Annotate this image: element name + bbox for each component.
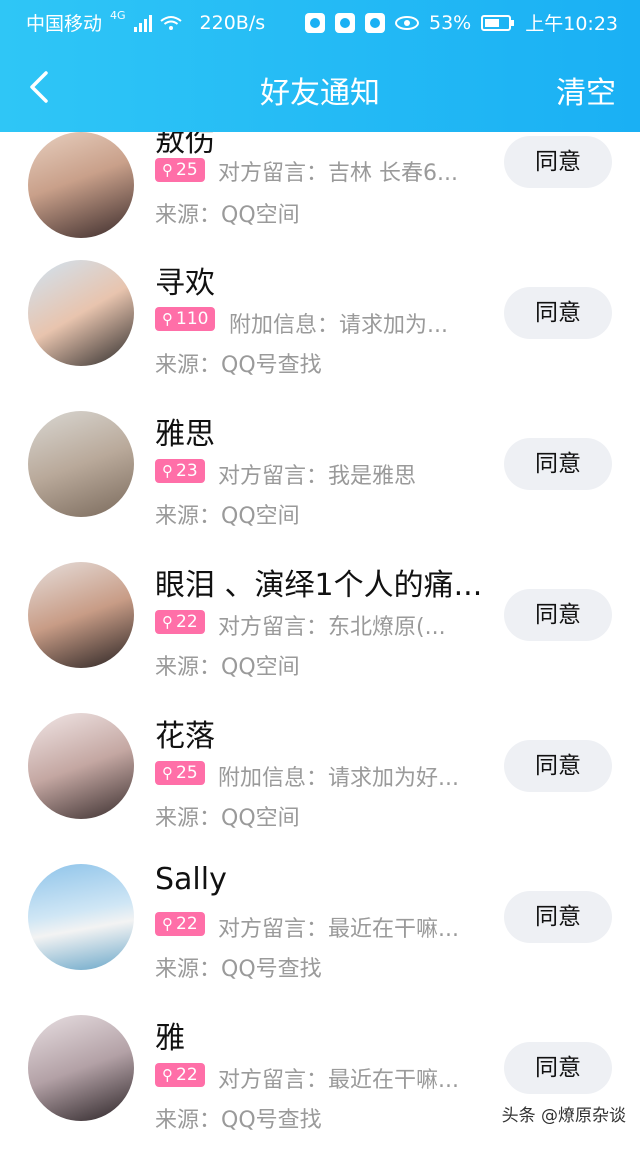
avatar[interactable] [28,411,134,517]
request-message: 对方留言：最近在干嘛... [218,1068,459,1093]
age-value: 110 [176,309,209,329]
accept-button[interactable]: 同意 [504,740,612,792]
request-message: 对方留言：最近在干嘛... [218,917,459,942]
battery-icon [481,14,515,31]
avatar[interactable] [28,562,134,668]
status-bar: 中国移动 4G 220B/s 53% 上午10:23 [0,0,640,44]
request-message: 附加信息：请求加为... [229,313,448,338]
request-source: 来源：QQ空间 [155,504,300,529]
request-message: 附加信息：请求加为好... [218,766,459,791]
female-icon: ⚲ [162,764,173,782]
requester-name: 雅 [155,1021,185,1056]
battery-percent: 53% [429,11,472,34]
clear-button[interactable]: 清空 [556,68,616,112]
requester-name: Sally [155,862,227,897]
requester-name: 雅思 [155,417,215,452]
avatar[interactable] [28,132,134,238]
health-notification-icon [335,12,355,33]
female-icon: ⚲ [162,161,173,179]
age-value: 25 [176,763,198,783]
avatar[interactable] [28,864,134,970]
age-badge: ⚲ 25 [155,158,205,182]
age-badge: ⚲ 22 [155,1063,205,1087]
network-type: 4G [110,9,126,22]
app-header: 中国移动 4G 220B/s 53% 上午10:23 好友通知 清空 [0,0,640,132]
friend-request-item[interactable]: 雅思 ⚲ 23 对方留言：我是雅思 来源：QQ空间 同意 [0,409,640,560]
requester-name: 寻欢 [155,266,215,301]
accept-button[interactable]: 同意 [504,136,612,188]
female-icon: ⚲ [162,1066,173,1084]
avatar[interactable] [28,1015,134,1121]
request-message: 对方留言：我是雅思 [218,464,417,489]
request-source: 来源：QQ空间 [155,203,300,228]
age-value: 23 [176,461,198,481]
clock: 上午10:23 [525,13,618,35]
friend-request-item[interactable]: 寻欢 ⚲ 110 附加信息：请求加为... 来源：QQ号查找 同意 [0,258,640,409]
accept-button[interactable]: 同意 [504,287,612,339]
accept-button[interactable]: 同意 [504,589,612,641]
accept-button[interactable]: 同意 [504,891,612,943]
signal-icon [133,14,152,32]
age-badge: ⚲ 23 [155,459,205,483]
wifi-icon [159,15,182,30]
request-source: 来源：QQ号查找 [155,957,322,982]
friend-request-item[interactable]: 眼泪 、演绎1个人的痛... ⚲ 22 对方留言：东北燎原(... 来源：QQ空间… [0,560,640,711]
carrier-name: 中国移动 [26,13,103,35]
age-value: 22 [176,914,198,934]
age-value: 22 [176,1065,198,1085]
female-icon: ⚲ [162,462,173,480]
accept-button[interactable]: 同意 [504,438,612,490]
age-badge: ⚲ 110 [155,307,216,331]
age-badge: ⚲ 25 [155,761,205,785]
qq-notification-icon [305,12,325,33]
baidu-notification-icon [365,12,385,33]
friend-request-item[interactable]: 雅 ⚲ 22 对方留言：最近在干嘛... 来源：QQ号查找 同意 [0,1013,640,1164]
request-message: 对方留言：东北燎原(... [218,615,446,640]
female-icon: ⚲ [162,310,173,328]
eye-comfort-icon [395,15,419,30]
network-speed: 220B/s [199,11,266,34]
accept-button[interactable]: 同意 [504,1042,612,1094]
requester-name: 花落 [155,719,215,754]
request-message: 对方留言：吉林 长春6... [218,161,458,186]
friend-request-item[interactable]: 花落 ⚲ 25 附加信息：请求加为好... 来源：QQ空间 同意 [0,711,640,862]
avatar[interactable] [28,260,134,366]
age-value: 25 [176,160,198,180]
friend-request-item[interactable]: Sally ⚲ 22 对方留言：最近在干嘛... 来源：QQ号查找 同意 [0,862,640,1013]
request-source: 来源：QQ号查找 [155,353,322,378]
request-source: 来源：QQ号查找 [155,1108,322,1133]
age-badge: ⚲ 22 [155,912,205,936]
request-source: 来源：QQ空间 [155,655,300,680]
watermark: 头条 @燎原杂谈 [501,1106,626,1126]
request-source: 来源：QQ空间 [155,806,300,831]
requester-name: 眼泪 、演绎1个人的痛... [155,568,483,603]
page-title: 好友通知 [260,76,380,111]
female-icon: ⚲ [162,915,173,933]
female-icon: ⚲ [162,613,173,631]
avatar[interactable] [28,713,134,819]
age-value: 22 [176,612,198,632]
age-badge: ⚲ 22 [155,610,205,634]
